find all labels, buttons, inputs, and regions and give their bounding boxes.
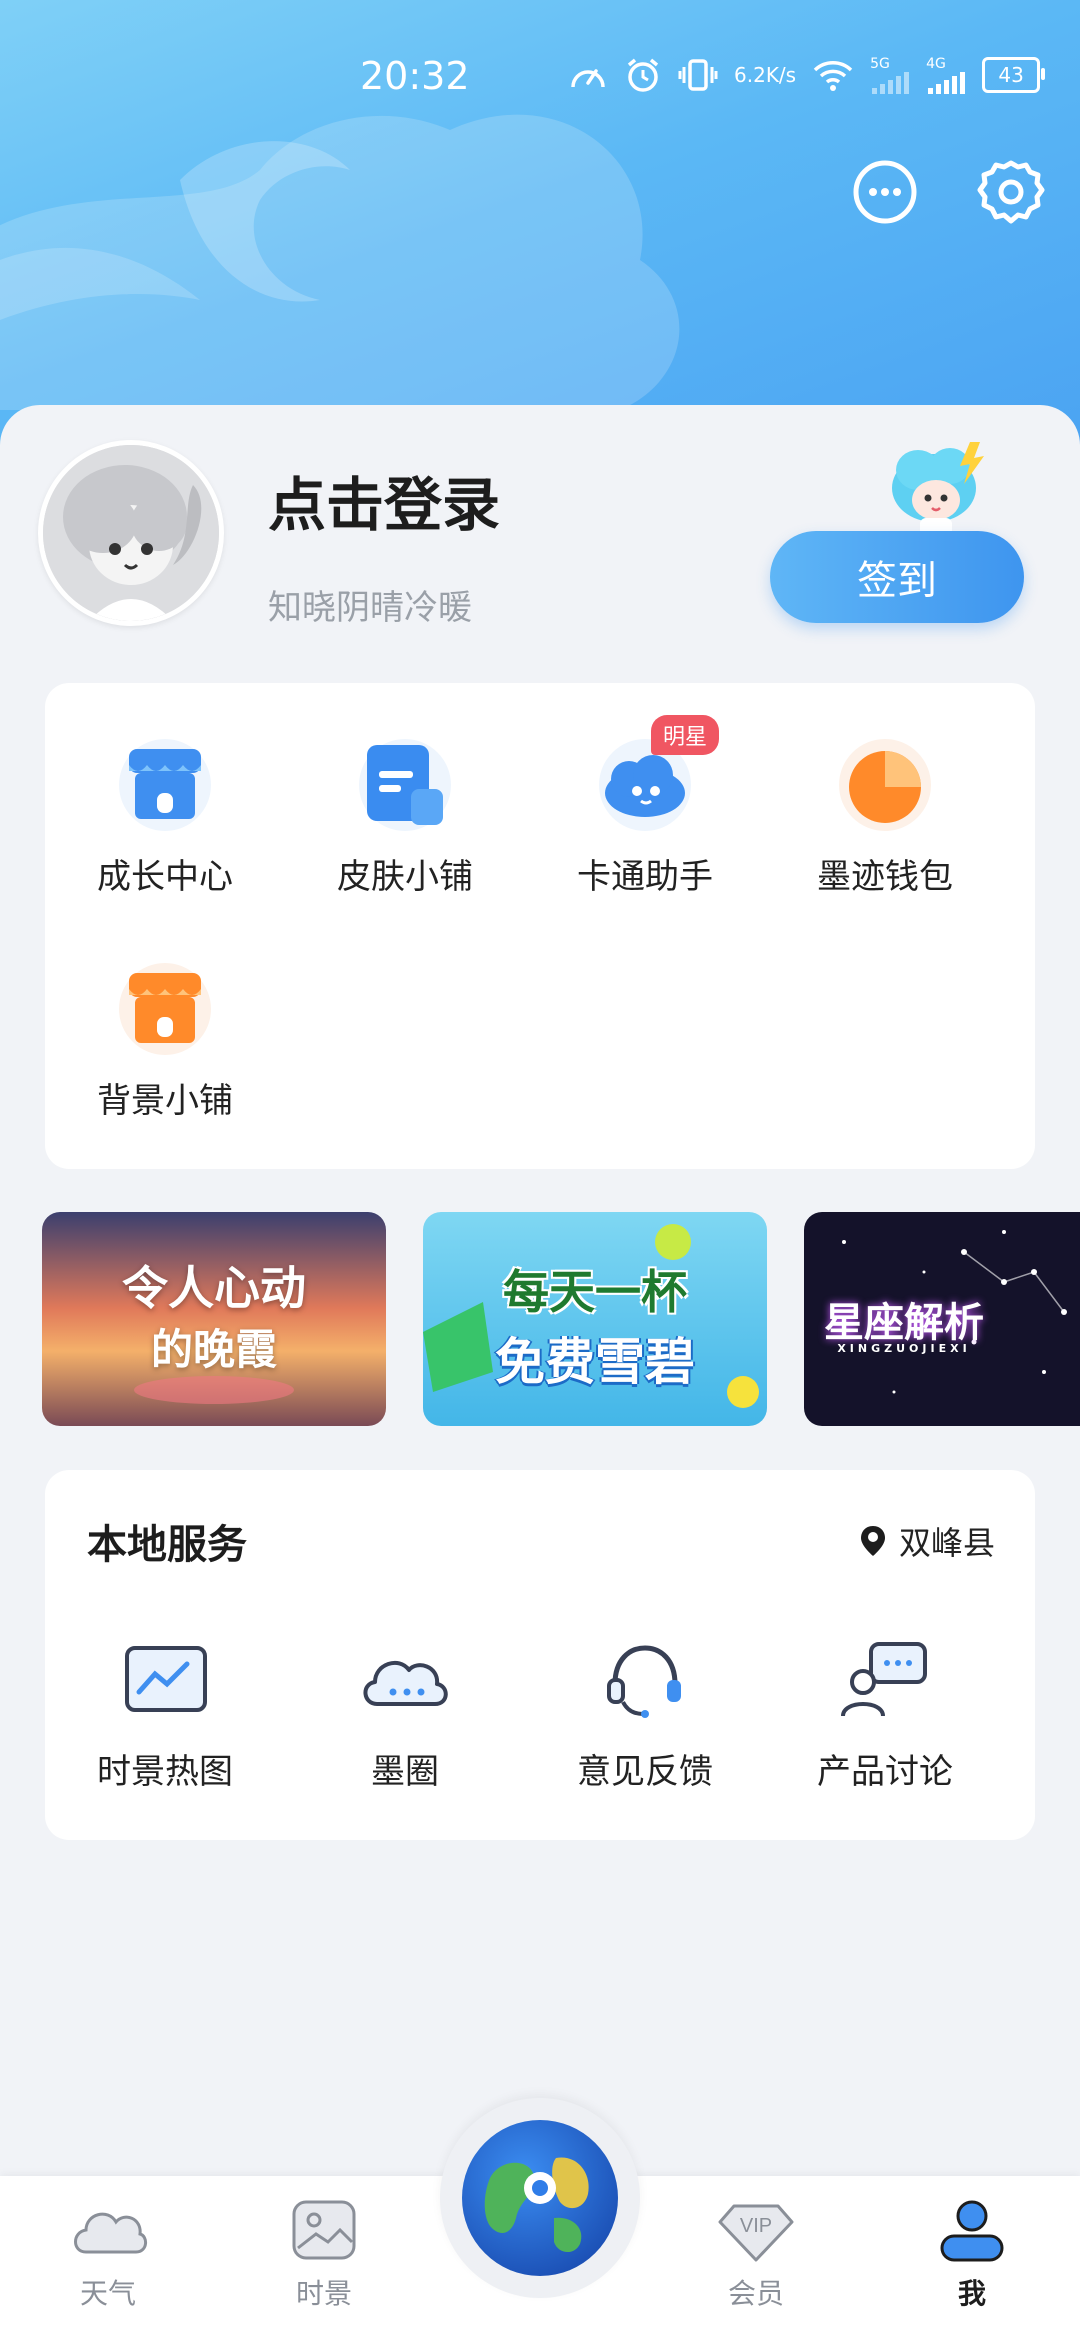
banner-sunset-line1: 令人心动 [122,1261,306,1315]
banner-zodiac-line1: 星座解析 [824,1300,984,1346]
banner-sprite-line1: 每天一杯 [503,1265,687,1319]
service-label: 产品讨论 [817,1752,953,1792]
net-speed-value: 6.2 [734,63,766,87]
service-label: 时景热图 [97,1752,233,1792]
nav-vip[interactable]: VIP 会员 [686,2198,826,2312]
banner-zodiac[interactable]: 星座解析 XINGZUOJIEXI [804,1212,1080,1426]
feature-moji-wallet[interactable]: 墨迹钱包 [765,735,1005,898]
globe-icon [462,2120,618,2276]
nav-weather[interactable]: 天气 [38,2198,178,2312]
features-card: 成长中心 皮肤小铺 明星 卡通助手 墨迹钱包 背景小铺 [45,683,1035,1169]
nav-label: 天气 [79,2277,136,2310]
discussion-icon [835,1630,935,1730]
status-time: 20:32 [360,54,470,98]
service-product-discussion[interactable]: 产品讨论 [765,1630,1005,1793]
feature-label: 卡通助手 [577,857,713,897]
wifi-icon [812,58,854,92]
local-services-card: 本地服务 双峰县 时景热图 墨圈 意见反馈 产品讨论 [45,1470,1035,1840]
alarm-icon [624,56,662,94]
banner-sunset[interactable]: 令人心动 的晚霞 [42,1212,386,1426]
cartoon-cloud-icon: 明星 [595,715,720,835]
signal-4g-icon: 4G [926,56,966,94]
battery-icon: 43 [982,57,1046,93]
gear-icon [977,160,1045,224]
location-name: 双峰县 [898,1524,995,1562]
signal-5g-icon: 5G [870,56,910,94]
settings-button[interactable] [974,155,1048,229]
pie-wallet-icon [835,735,935,835]
net-speed: 6.2 K/s [734,65,796,85]
service-moji-circle[interactable]: 墨圈 [285,1630,525,1793]
chat-bubble-icon [853,160,917,224]
banner-zodiac-line2: XINGZUOJIEXI [837,1342,971,1355]
nav-label: 时景 [295,2277,352,2310]
feature-background-shop[interactable]: 背景小铺 [45,959,285,1122]
nav-globe-button[interactable] [460,2118,620,2278]
person-icon [940,2200,1004,2262]
service-scene-heatmap[interactable]: 时景热图 [45,1630,285,1793]
mascot-icon [892,442,984,536]
banner-sprite[interactable]: 每天一杯 免费雪碧 [423,1212,767,1426]
nav-me[interactable]: 我 [902,2198,1042,2312]
feature-label: 背景小铺 [97,1081,233,1121]
vip-diamond-icon: VIP [718,2204,794,2262]
document-icon [355,735,455,835]
battery-level: 43 [998,63,1024,87]
service-feedback[interactable]: 意见反馈 [525,1630,765,1793]
feature-skin-shop[interactable]: 皮肤小铺 [285,735,525,898]
feature-label: 成长中心 [97,857,233,897]
nav-label: 会员 [727,2277,784,2310]
location-selector[interactable]: 双峰县 [859,1518,995,1564]
nav-label: 我 [957,2277,986,2310]
picture-icon [292,2200,356,2260]
feature-label: 墨迹钱包 [817,857,953,897]
local-services-title: 本地服务 [87,1522,247,1568]
status-bar: 20:32 6.2 K/s 5G 4G 43 [0,50,1080,110]
feature-cartoon-assistant[interactable]: 明星 卡通助手 [525,715,765,898]
vibrate-icon [678,57,718,93]
profile-subtitle: 知晓阴晴冷暖 [268,588,472,628]
cloud-dots-icon [355,1630,455,1730]
speedometer-icon [568,57,608,93]
store-icon [115,735,215,835]
feature-growth-center[interactable]: 成长中心 [45,735,285,898]
service-label: 意见反馈 [577,1752,713,1792]
signal-4g-label: 4G [926,56,946,72]
banner-sprite-line2: 免费雪碧 [495,1333,695,1391]
default-avatar-icon [43,445,219,621]
cloud-icon [74,2212,147,2254]
status-icons: 6.2 K/s 5G 4G 43 [568,56,1046,94]
image-chart-icon [115,1630,215,1730]
avatar[interactable] [38,440,224,626]
star-badge: 明星 [651,715,720,755]
feature-label: 皮肤小铺 [337,857,473,897]
net-speed-unit: K/s [765,63,797,87]
location-pin-icon [860,1526,885,1556]
svg-text:VIP: VIP [740,2215,772,2237]
store-orange-icon [115,959,215,1059]
banner-sunset-line2: 的晚霞 [150,1325,277,1374]
message-button[interactable] [848,155,922,229]
signin-button[interactable]: 签到 [770,531,1024,623]
signal-5g-label: 5G [870,56,890,72]
service-label: 墨圈 [371,1752,439,1792]
nav-scene[interactable]: 时景 [254,2198,394,2312]
headset-icon [595,1630,695,1730]
login-title[interactable]: 点击登录 [268,458,500,542]
